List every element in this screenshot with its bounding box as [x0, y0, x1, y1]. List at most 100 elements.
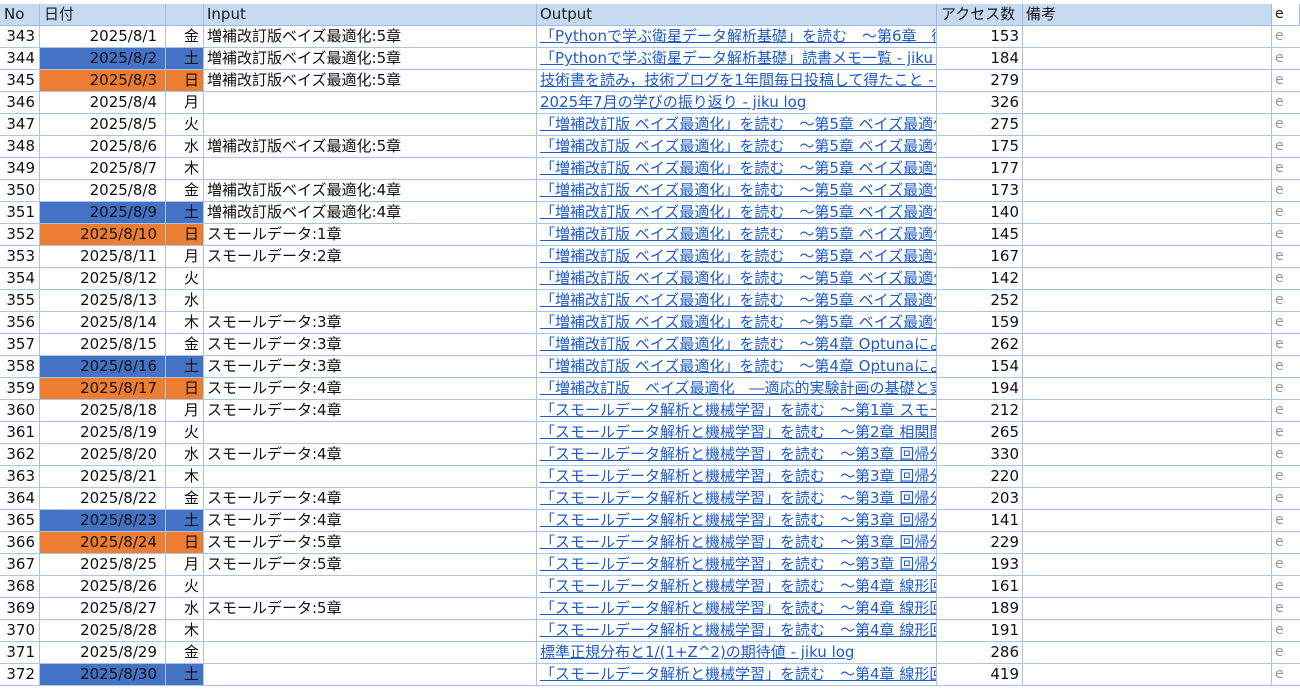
cell-access[interactable]: 184 — [937, 48, 1023, 70]
cell-note[interactable] — [1023, 378, 1272, 400]
cell-access[interactable]: 286 — [937, 642, 1023, 664]
cell-dow[interactable]: 土 — [166, 664, 204, 686]
cell-output[interactable]: 「増補改訂版 ベイズ最適化」を読む ～第5章 ベイズ最適化の理論 — [537, 290, 937, 312]
cell-dow[interactable]: 火 — [166, 114, 204, 136]
cell-no[interactable]: 353 — [0, 246, 40, 268]
cell-access[interactable]: 145 — [937, 224, 1023, 246]
cell-no[interactable]: 358 — [0, 356, 40, 378]
cell-no[interactable]: 351 — [0, 202, 40, 224]
cell-output[interactable]: 「増補改訂版 ベイズ最適化」を読む ～第4章 Optunaによるベイズ — [537, 356, 937, 378]
cell-access[interactable]: 326 — [937, 92, 1023, 114]
cell-access[interactable]: 265 — [937, 422, 1023, 444]
cell-dow[interactable]: 土 — [166, 202, 204, 224]
cell-date[interactable]: 2025/8/13 — [40, 290, 166, 312]
cell-no[interactable]: 352 — [0, 224, 40, 246]
cell-extra[interactable]: e — [1272, 246, 1300, 268]
cell-note[interactable] — [1023, 554, 1272, 576]
cell-access[interactable]: 279 — [937, 70, 1023, 92]
cell-date[interactable]: 2025/8/6 — [40, 136, 166, 158]
cell-no[interactable]: 347 — [0, 114, 40, 136]
cell-input[interactable]: 増補改訂版ベイズ最適化:4章 — [204, 180, 537, 202]
cell-access[interactable]: 275 — [937, 114, 1023, 136]
cell-extra[interactable]: e — [1272, 70, 1300, 92]
cell-access[interactable]: 203 — [937, 488, 1023, 510]
cell-note[interactable] — [1023, 26, 1272, 48]
cell-extra[interactable]: e — [1272, 114, 1300, 136]
cell-access[interactable]: 167 — [937, 246, 1023, 268]
cell-dow[interactable]: 水 — [166, 136, 204, 158]
cell-note[interactable] — [1023, 444, 1272, 466]
cell-extra[interactable]: e — [1272, 554, 1300, 576]
cell-date[interactable]: 2025/8/18 — [40, 400, 166, 422]
cell-date[interactable]: 2025/8/8 — [40, 180, 166, 202]
cell-date[interactable]: 2025/8/7 — [40, 158, 166, 180]
cell-no[interactable]: 343 — [0, 26, 40, 48]
cell-access[interactable]: 252 — [937, 290, 1023, 312]
cell-note[interactable] — [1023, 510, 1272, 532]
cell-note[interactable] — [1023, 664, 1272, 686]
cell-output[interactable]: 「増補改訂版 ベイズ最適化」を読む ～第5章 ベイズ最適化の理論 — [537, 180, 937, 202]
cell-access[interactable]: 193 — [937, 554, 1023, 576]
cell-no[interactable]: 348 — [0, 136, 40, 158]
cell-extra[interactable]: e — [1272, 26, 1300, 48]
cell-dow[interactable]: 金 — [166, 488, 204, 510]
cell-date[interactable]: 2025/8/16 — [40, 356, 166, 378]
cell-note[interactable] — [1023, 246, 1272, 268]
cell-dow[interactable]: 土 — [166, 48, 204, 70]
cell-dow[interactable]: 木 — [166, 158, 204, 180]
cell-output[interactable]: 「スモールデータ解析と機械学習」を読む ～第3章 回帰分析と最小 — [537, 532, 937, 554]
cell-dow[interactable]: 日 — [166, 378, 204, 400]
cell-dow[interactable]: 金 — [166, 26, 204, 48]
cell-extra[interactable]: e — [1272, 444, 1300, 466]
cell-note[interactable] — [1023, 642, 1272, 664]
cell-date[interactable]: 2025/8/1 — [40, 26, 166, 48]
cell-note[interactable] — [1023, 70, 1272, 92]
cell-dow[interactable]: 木 — [166, 620, 204, 642]
header-date[interactable]: 日付 — [40, 4, 166, 26]
cell-no[interactable]: 345 — [0, 70, 40, 92]
cell-access[interactable]: 141 — [937, 510, 1023, 532]
cell-output[interactable]: 「増補改訂版 ベイズ最適化」を読む ～第5章 ベイズ最適化の理論 — [537, 136, 937, 158]
cell-output[interactable]: 「増補改訂版 ベイズ最適化」を読む ～第5章 ベイズ最適化の理論 — [537, 268, 937, 290]
cell-extra[interactable]: e — [1272, 136, 1300, 158]
cell-note[interactable] — [1023, 48, 1272, 70]
cell-access[interactable]: 175 — [937, 136, 1023, 158]
cell-input[interactable] — [204, 290, 537, 312]
cell-extra[interactable]: e — [1272, 532, 1300, 554]
cell-note[interactable] — [1023, 532, 1272, 554]
cell-extra[interactable]: e — [1272, 422, 1300, 444]
cell-input[interactable] — [204, 268, 537, 290]
cell-output[interactable]: 「増補改訂版 ベイズ最適化」を読む ～第5章 ベイズ最適化の理論 — [537, 202, 937, 224]
cell-extra[interactable]: e — [1272, 356, 1300, 378]
cell-input[interactable] — [204, 92, 537, 114]
cell-output[interactable]: 「増補改訂版 ベイズ最適化」を読む ～第5章 ベイズ最適化の理論 — [537, 158, 937, 180]
header-access[interactable]: アクセス数 — [937, 4, 1023, 26]
cell-note[interactable] — [1023, 290, 1272, 312]
cell-extra[interactable]: e — [1272, 378, 1300, 400]
cell-no[interactable]: 361 — [0, 422, 40, 444]
cell-dow[interactable]: 月 — [166, 554, 204, 576]
cell-date[interactable]: 2025/8/30 — [40, 664, 166, 686]
header-output[interactable]: Output — [537, 4, 937, 26]
cell-note[interactable] — [1023, 466, 1272, 488]
cell-date[interactable]: 2025/8/20 — [40, 444, 166, 466]
cell-extra[interactable]: e — [1272, 158, 1300, 180]
cell-access[interactable]: 189 — [937, 598, 1023, 620]
cell-extra[interactable]: e — [1272, 334, 1300, 356]
cell-no[interactable]: 368 — [0, 576, 40, 598]
cell-output[interactable]: 「増補改訂版 ベイズ最適化」を読む ～第5章 ベイズ最適化の理論 — [537, 246, 937, 268]
cell-output[interactable]: 技術書を読み，技術ブログを1年間毎日投稿して得たこと - jiku log — [537, 70, 937, 92]
cell-note[interactable] — [1023, 422, 1272, 444]
cell-note[interactable] — [1023, 488, 1272, 510]
cell-note[interactable] — [1023, 334, 1272, 356]
cell-note[interactable] — [1023, 224, 1272, 246]
cell-dow[interactable]: 金 — [166, 334, 204, 356]
cell-date[interactable]: 2025/8/17 — [40, 378, 166, 400]
cell-extra[interactable]: e — [1272, 620, 1300, 642]
cell-dow[interactable]: 火 — [166, 268, 204, 290]
cell-note[interactable] — [1023, 312, 1272, 334]
cell-no[interactable]: 346 — [0, 92, 40, 114]
cell-extra[interactable]: e — [1272, 488, 1300, 510]
cell-note[interactable] — [1023, 136, 1272, 158]
cell-date[interactable]: 2025/8/19 — [40, 422, 166, 444]
